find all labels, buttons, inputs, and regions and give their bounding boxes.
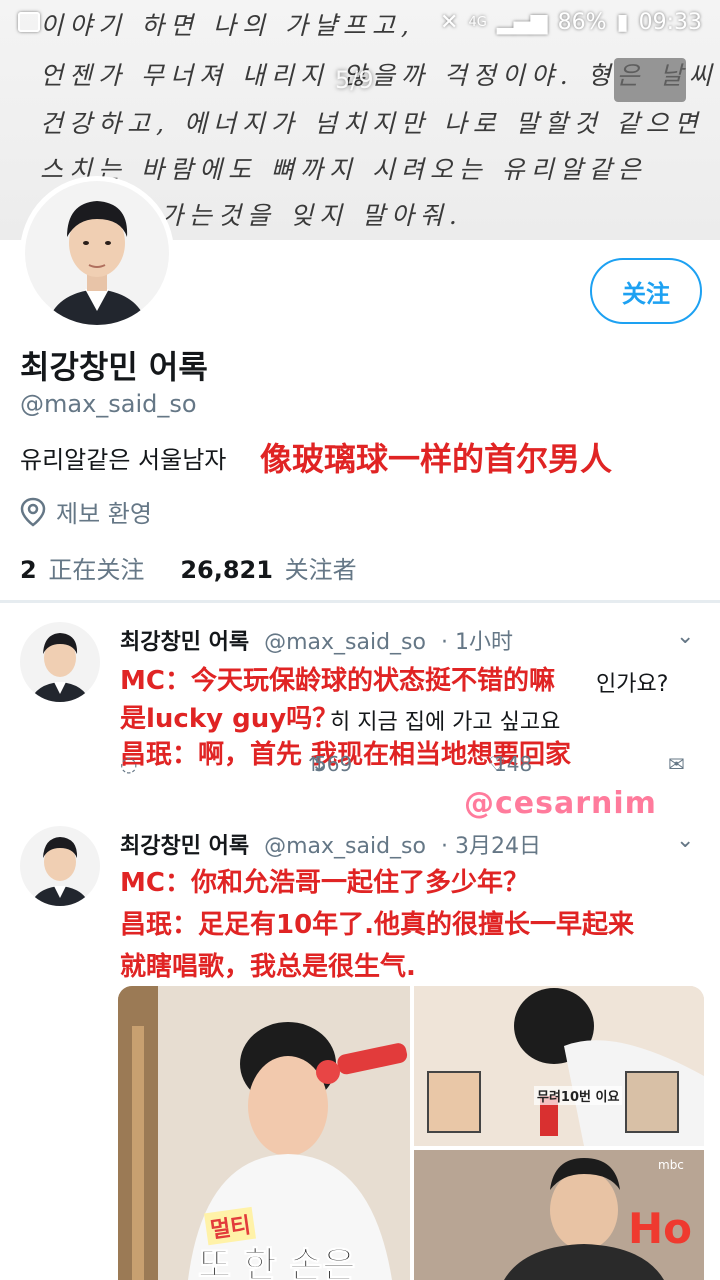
- direct-message-icon[interactable]: ✉: [668, 752, 685, 776]
- tweet-actions: ◌ ⇅ 569 ♡ 148 ✉: [120, 752, 710, 782]
- profile-handle: @max_said_so: [20, 390, 197, 418]
- translation-overlay-line: 就瞎唱歌，我总是很生气.: [120, 952, 416, 982]
- image-page-indicator: 5/9: [335, 66, 374, 94]
- tweet-media-image[interactable]: 멀티 또 한 손은: [118, 986, 410, 1280]
- media-inset-caption: 무려10번 이요: [534, 1086, 623, 1105]
- banner-handwriting-line: 가는것을 잊지 말아줘.: [160, 201, 463, 230]
- tv-channel-logo: mbc: [658, 1158, 684, 1172]
- tweet-media-image: [414, 986, 704, 1146]
- avatar-portrait-icon: [20, 826, 100, 906]
- location-pin-icon: [20, 497, 46, 527]
- battery-level: 86%: [557, 9, 607, 35]
- avatar-portrait-icon: [25, 181, 169, 325]
- like-button[interactable]: ♡ 148: [488, 752, 532, 776]
- tweet-timestamp[interactable]: · 3月24日: [441, 834, 541, 859]
- tweet-media-image[interactable]: Ho mbc: [414, 1150, 704, 1280]
- following-label: 正在关注: [48, 556, 145, 584]
- tweet-original-text: 인가요?: [596, 672, 669, 697]
- tweet-author-handle[interactable]: @max_said_so: [264, 630, 426, 655]
- tweet-header: 최강창민 어록 @max_said_so · 3月24日: [120, 828, 541, 860]
- retweet-icon: ⇅: [308, 752, 325, 776]
- section-divider: [0, 600, 720, 603]
- tweet-header: 최강창민 어록 @max_said_so · 1小时: [120, 624, 513, 656]
- avatar-portrait-icon: [20, 622, 100, 702]
- followers-label: 关注者: [284, 556, 357, 584]
- banner-handwriting-line: 건강하고, 에너지가 넘치지만 나로 말할것 같으면: [40, 109, 704, 138]
- profile-avatar[interactable]: [20, 176, 174, 330]
- bio-translation-overlay: 像玻璃球一样的首尔男人: [260, 440, 613, 478]
- gallery-notification-icon: [18, 12, 40, 32]
- battery-icon: ▮: [616, 9, 629, 35]
- profile-location: 제보 환영: [20, 494, 152, 529]
- signal-icon: ▂▄▆: [496, 9, 548, 35]
- following-count: 2: [20, 556, 37, 584]
- location-text: 제보 환영: [56, 500, 152, 528]
- banner-handwriting-line: 스치는 바람에도 뼈까지 시려오는 유리알같은: [40, 155, 647, 184]
- tweet-menu-chevron-icon[interactable]: ⌄: [676, 828, 694, 853]
- translation-overlay-line: MC：你和允浩哥一起住了多少年？: [120, 868, 529, 898]
- translation-overlay-line: 是lucky guy吗？: [120, 704, 339, 734]
- tweet-timestamp[interactable]: · 1小时: [441, 630, 513, 655]
- followers-stat[interactable]: 26,821 关注者: [180, 550, 356, 585]
- mute-icon: ✕: [440, 9, 459, 35]
- media-caption: 또 한 손은: [198, 1245, 357, 1280]
- tweet-avatar[interactable]: [20, 622, 100, 702]
- tweet-author-handle[interactable]: @max_said_so: [264, 834, 426, 859]
- profile-bio: 유리알같은 서울남자: [20, 446, 227, 474]
- media-background-letters: Ho: [628, 1204, 693, 1253]
- status-bar: ✕ 4G ▂▄▆ 86% ▮ 09:33: [0, 0, 720, 44]
- reply-icon[interactable]: ◌: [120, 752, 137, 776]
- translation-overlay-line: 昌珉：足足有10年了.他真的很擅长一早起来: [120, 910, 635, 940]
- followers-count: 26,821: [180, 556, 273, 584]
- heart-icon: ♡: [488, 752, 506, 776]
- tweet-avatar[interactable]: [20, 826, 100, 906]
- banner-dark-overlay: [614, 58, 686, 102]
- tweet-author-name[interactable]: 최강창민 어록: [120, 834, 249, 859]
- follow-button[interactable]: 关注: [590, 258, 702, 324]
- profile-display-name: 최강창민 어록: [20, 348, 208, 386]
- tweet-media-image[interactable]: 무려10번 이요: [414, 986, 704, 1146]
- translation-overlay-line: MC：今天玩保龄球的状态挺不错的嘛: [120, 666, 555, 696]
- retweet-button[interactable]: ⇅ 569: [308, 752, 352, 776]
- tweet-original-text: 히 지금 집에 가고 싶고요: [330, 710, 561, 735]
- following-stat[interactable]: 2 正在关注: [20, 550, 144, 585]
- watermark: @cesarnim: [464, 786, 657, 821]
- tweet-author-name[interactable]: 최강창민 어록: [120, 630, 249, 655]
- tweet-menu-chevron-icon[interactable]: ⌄: [676, 624, 694, 649]
- network-type: 4G: [468, 14, 487, 30]
- profile-stats: 2 正在关注 26,821 关注者: [20, 550, 357, 585]
- clock: 09:33: [638, 9, 702, 35]
